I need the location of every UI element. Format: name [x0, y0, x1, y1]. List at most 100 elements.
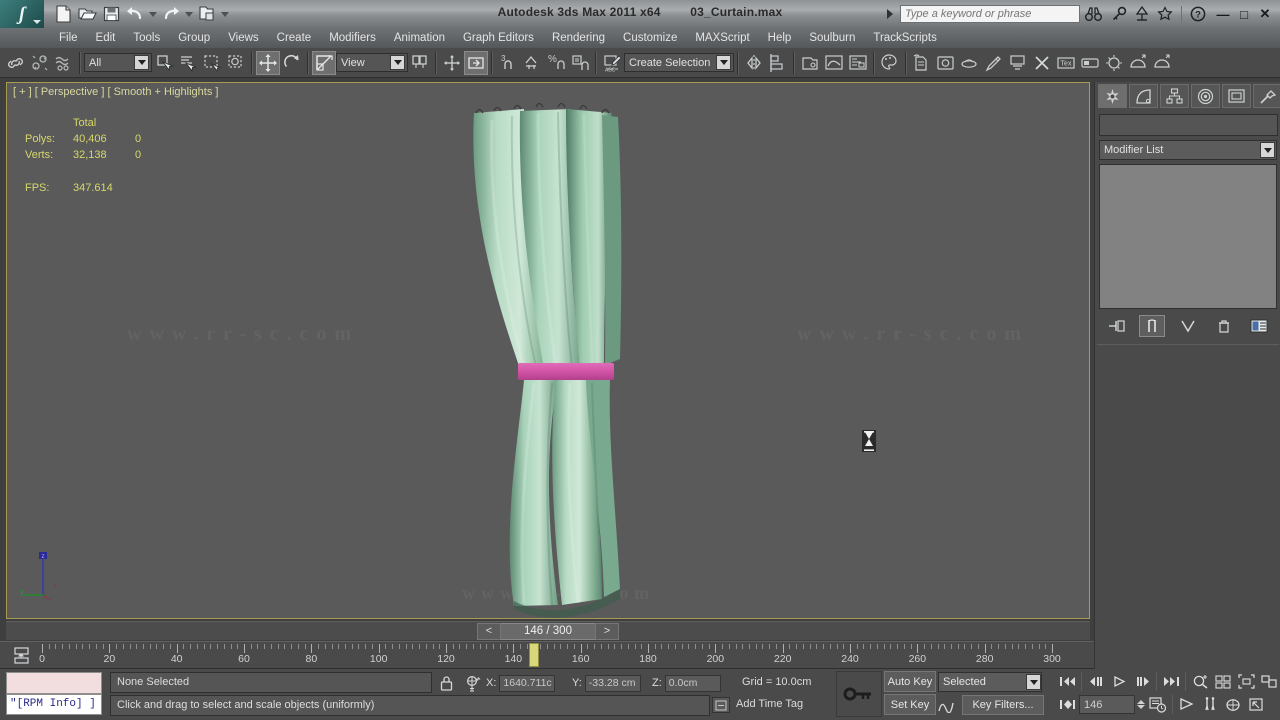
select-object-icon[interactable]: [152, 51, 176, 75]
search-input[interactable]: [900, 5, 1080, 23]
new-file-icon[interactable]: [52, 3, 74, 25]
edit-named-selection-sets-icon[interactable]: ABC: [600, 51, 624, 75]
curve-editor-icon[interactable]: [822, 51, 846, 75]
make-unique-icon[interactable]: [1175, 315, 1201, 337]
absolute-relative-toggle-icon[interactable]: [462, 673, 482, 693]
pin-stack-icon[interactable]: [1104, 315, 1130, 337]
time-slider[interactable]: < 146 / 300 >: [477, 622, 619, 640]
menu-item-edit[interactable]: Edit: [87, 28, 125, 48]
menu-item-customize[interactable]: Customize: [614, 28, 686, 48]
open-mini-curve-editor-icon[interactable]: [12, 646, 34, 666]
modifier-list-combo[interactable]: Modifier List: [1099, 140, 1277, 160]
add-time-tag-button[interactable]: Add Time Tag: [736, 698, 803, 710]
percent-snap-toggle-icon[interactable]: %: [544, 51, 568, 75]
undo-icon[interactable]: [124, 3, 146, 25]
quick-render-icon[interactable]: [982, 51, 1006, 75]
key-filter-set-combo[interactable]: Selected: [938, 672, 1042, 692]
show-end-result-icon[interactable]: [1139, 315, 1166, 337]
rendered-frame-window-icon[interactable]: [934, 51, 958, 75]
save-file-icon[interactable]: [100, 3, 122, 25]
undo-dropdown-icon[interactable]: [149, 11, 157, 17]
layer-manager-icon[interactable]: [798, 51, 822, 75]
reference-coordinate-system-combo[interactable]: View: [336, 53, 408, 72]
maximize-button[interactable]: □: [1235, 5, 1253, 23]
rectangular-selection-region-icon[interactable]: [200, 51, 224, 75]
x-value[interactable]: 1640.711c: [499, 674, 556, 692]
curtain-mesh[interactable]: [462, 101, 642, 618]
arc-rotate-button[interactable]: [1222, 694, 1244, 715]
activeshade-icon[interactable]: [1006, 51, 1030, 75]
mirror-icon[interactable]: [742, 51, 766, 75]
help-icon[interactable]: ?: [1188, 4, 1208, 24]
chevron-down-icon[interactable]: [33, 20, 41, 24]
configure-modifier-sets-icon[interactable]: [1246, 315, 1272, 337]
select-and-manipulate-icon[interactable]: [440, 51, 464, 75]
keyboard-shortcut-override-toggle-icon[interactable]: [464, 50, 488, 75]
zoom-button[interactable]: [1189, 671, 1211, 692]
track-bar[interactable]: 0 20 40 60 80 100 120 140 160 180 200 220 240 260 280 3…: [0, 641, 1280, 669]
previous-frame-arrow[interactable]: <: [477, 622, 501, 640]
viewport-label[interactable]: [ + ] [ Perspective ] [ Smooth + Highlig…: [13, 86, 218, 98]
menu-item-modifiers[interactable]: Modifiers: [320, 28, 385, 48]
zoom-region-button[interactable]: [1258, 671, 1280, 692]
time-tag-toggle[interactable]: [712, 697, 730, 713]
menu-item-soulburn[interactable]: Soulburn: [800, 28, 864, 48]
hierarchy-tab[interactable]: [1160, 84, 1189, 108]
window-crossing-toggle-icon[interactable]: [224, 51, 248, 75]
key-mode-toggle-button[interactable]: [836, 671, 882, 717]
menu-item-animation[interactable]: Animation: [385, 28, 454, 48]
y-value[interactable]: -33.28 cm: [584, 674, 641, 692]
select-and-link-icon[interactable]: [4, 51, 28, 75]
menu-item-group[interactable]: Group: [169, 28, 219, 48]
menu-item-rendering[interactable]: Rendering: [543, 28, 614, 48]
display-tab[interactable]: [1222, 84, 1251, 108]
chevron-down-icon[interactable]: [1260, 142, 1275, 158]
set-project-folder-icon[interactable]: [196, 3, 218, 25]
close-icon[interactable]: [1030, 51, 1054, 75]
pan-view-button[interactable]: [1176, 694, 1198, 715]
project-dropdown-icon[interactable]: [221, 11, 229, 17]
walkthrough-button[interactable]: [1199, 694, 1221, 715]
render-to-texture-icon[interactable]: Tex: [1054, 51, 1078, 75]
time-slider-thumb[interactable]: [528, 643, 539, 667]
maxscript-mini-listener-input[interactable]: "[RPM Info] ]: [6, 694, 102, 715]
select-and-uniform-scale-icon[interactable]: [312, 50, 336, 75]
spinner-snap-toggle-icon[interactable]: [568, 51, 592, 75]
lock-selection-icon[interactable]: [436, 673, 456, 693]
zoom-extents-button[interactable]: [1235, 671, 1257, 692]
bind-to-space-warp-icon[interactable]: [52, 51, 76, 75]
maximize-viewport-button[interactable]: [1245, 694, 1267, 715]
x-coordinate-field[interactable]: X: 1640.711c: [486, 673, 556, 693]
redo-dropdown-icon[interactable]: [185, 11, 193, 17]
key-icon[interactable]: [1109, 4, 1129, 24]
search-expand-icon[interactable]: [887, 9, 893, 19]
z-value[interactable]: 0.0cm: [664, 674, 721, 692]
select-by-name-icon[interactable]: [176, 51, 200, 75]
play-animation-button[interactable]: [1108, 671, 1130, 692]
remove-modifier-icon[interactable]: [1211, 315, 1237, 337]
render-setup-icon[interactable]: [910, 51, 934, 75]
chevron-down-icon[interactable]: [1026, 674, 1041, 690]
create-tab[interactable]: [1098, 84, 1127, 108]
y-coordinate-field[interactable]: Y: -33.28 cm: [572, 673, 641, 693]
next-frame-arrow[interactable]: >: [595, 622, 619, 640]
time-configuration-button[interactable]: [1147, 694, 1169, 715]
set-key-button[interactable]: Set Key: [884, 694, 936, 715]
favorites-star-icon[interactable]: [1155, 4, 1175, 24]
modifier-stack-list[interactable]: [1099, 164, 1277, 309]
default-in-out-tangent-icon[interactable]: [936, 695, 958, 715]
motion-tab[interactable]: [1191, 84, 1220, 108]
next-frame-button[interactable]: [1131, 671, 1153, 692]
current-frame-field[interactable]: 146: [1079, 695, 1135, 714]
redo-icon[interactable]: [160, 3, 182, 25]
unlink-selection-icon[interactable]: [28, 51, 52, 75]
subscription-icon[interactable]: [1132, 4, 1152, 24]
close-button[interactable]: ✕: [1256, 5, 1274, 23]
application-menu-button[interactable]: ʃ: [0, 0, 44, 28]
object-name-field[interactable]: [1099, 114, 1278, 136]
menu-item-graph-editors[interactable]: Graph Editors: [454, 28, 543, 48]
chevron-down-icon[interactable]: [716, 55, 731, 70]
batch-render-icon[interactable]: [1078, 51, 1102, 75]
menu-item-file[interactable]: File: [50, 28, 87, 48]
previous-frame-button[interactable]: [1085, 671, 1107, 692]
